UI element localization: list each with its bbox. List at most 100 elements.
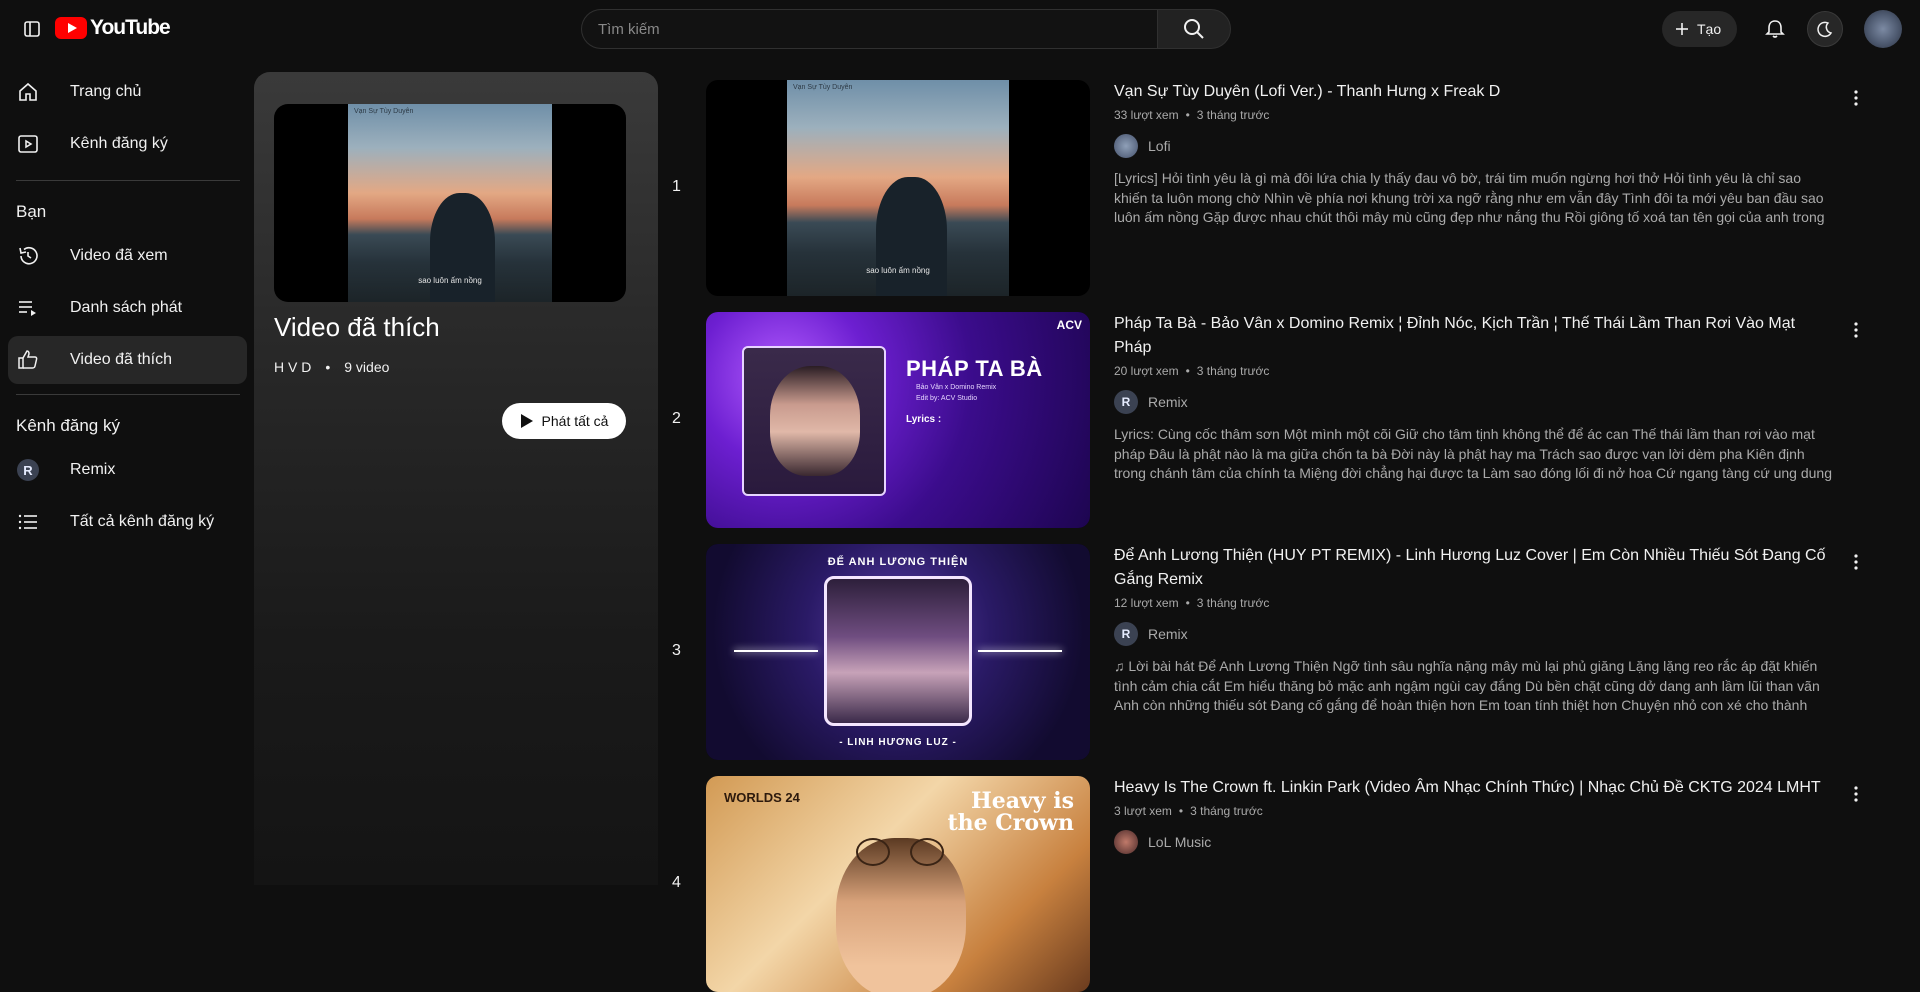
playlist-icon [16,296,40,320]
create-label: Tạo [1697,21,1722,37]
video-title[interactable]: Heavy Is The Crown ft. Linkin Park (Vide… [1114,776,1834,800]
home-icon [16,80,40,104]
video-description: [Lyrics] Hỏi tình yêu là gì mà đôi lứa c… [1114,170,1825,225]
thumbnail-artwork: Vạn Sự Tùy Duyên sao luôn ấm nồng [348,104,552,302]
video-views: 20 lượt xem [1114,364,1179,378]
sidebar-item-all-subscriptions[interactable]: Tất cả kênh đăng ký [8,498,247,546]
video-thumbnail[interactable]: Vạn Sự Tùy Duyên sao luôn ấm nồng [706,80,1090,296]
channel-name: LoL Music [1148,834,1212,850]
playlist-count: 9 video [344,359,390,375]
sidebar-item-subscriptions[interactable]: Kênh đăng ký [8,120,247,168]
video-title[interactable]: Để Anh Lương Thiện (HUY PT REMIX) - Linh… [1114,544,1834,592]
video-row[interactable]: 3 ĐỂ ANH LƯƠNG THIỆN - LINH HƯƠNG LUZ - … [658,522,1920,760]
video-views: 12 lượt xem [1114,596,1179,610]
play-icon [520,414,533,428]
thumbnail-artist: - LINH HƯƠNG LUZ - [839,737,957,748]
video-meta: 3 lượt xem • 3 tháng trước [1114,804,1834,818]
subscriptions-icon [16,132,40,156]
video-channel[interactable]: Lofi [1114,134,1834,158]
channel-avatar: R [16,458,40,482]
thumbnail-left-text: WORLDS 24 [724,790,800,805]
video-title[interactable]: Vạn Sự Tùy Duyên (Lofi Ver.) - Thanh Hưn… [1114,80,1834,104]
notifications-button[interactable] [1757,11,1793,47]
youtube-logo[interactable]: YouTube [55,16,171,40]
video-channel[interactable]: R Remix [1114,390,1834,414]
more-actions-button[interactable] [1838,312,1874,348]
playlist-owner[interactable]: H V D [274,359,311,375]
video-thumbnail[interactable]: ĐỂ ANH LƯƠNG THIỆN - LINH HƯƠNG LUZ - [706,544,1090,760]
more-actions-button[interactable] [1838,544,1874,580]
sidebar-item-home[interactable]: Trang chủ [8,68,247,116]
meta-dot: • [325,359,331,375]
playlist-title: Video đã thích [274,312,440,342]
thumbnail-waveform-right [978,650,1062,652]
user-avatar[interactable] [1864,10,1902,48]
history-icon [16,244,40,268]
thumbnail-artwork: Vạn Sự Tùy Duyên sao luôn ấm nồng [787,80,1009,296]
video-description: ♫ Lời bài hát Để Anh Lương Thiện Ngỡ tìn… [1114,658,1820,713]
create-button[interactable]: Tạo [1662,11,1738,47]
sidebar-toggle-button[interactable] [16,13,48,45]
playlist-thumbnail[interactable]: Vạn Sự Tùy Duyên sao luôn ấm nồng [274,104,626,302]
meta-dot: • [1185,364,1190,378]
thumbnail-figure [429,193,495,302]
channel-avatar: R [1114,622,1138,646]
sidebar-item-liked-videos[interactable]: Video đã thích [8,336,247,384]
video-description: Lyrics: Cùng cốc thâm sơn Một mình một c… [1114,426,1833,481]
video-channel[interactable]: LoL Music [1114,830,1834,854]
thumbnail-brand: ACV [1056,318,1082,332]
channel-name: Remix [1148,394,1188,410]
thumbnail-glasses-right [910,838,944,866]
video-views: 3 lượt xem [1114,804,1172,818]
video-channel[interactable]: R Remix [1114,622,1834,646]
sidebar: Trang chủ Kênh đăng ký Bạn Video đã xem … [0,58,254,885]
sidebar-item-label: Trang chủ [70,83,142,100]
video-row[interactable]: 1 Vạn Sự Tùy Duyên sao luôn ấm nồng Vạn … [658,58,1920,296]
video-age: 3 tháng trước [1196,364,1270,378]
thumbnail-glasses-left [856,838,890,866]
sidebar-item-label: Tất cả kênh đăng ký [70,513,215,530]
search-input[interactable] [581,9,1157,49]
thumbnail-artwork: ĐỂ ANH LƯƠNG THIỆN - LINH HƯƠNG LUZ - [706,544,1090,760]
video-thumbnail[interactable]: WORLDS 24 Heavy is the Crown [706,776,1090,992]
thumbnail-right-text: Heavy is the Crown [947,790,1074,834]
video-row[interactable]: 4 WORLDS 24 Heavy is the Crown Heavy Is … [658,754,1920,992]
sidebar-item-label: Remix [70,461,116,478]
video-title[interactable]: Pháp Ta Bà - Bảo Vân x Domino Remix ¦ Đỉ… [1114,312,1834,360]
bell-icon [1765,20,1785,38]
video-age: 3 tháng trước [1196,596,1270,610]
play-all-button[interactable]: Phát tất cả [502,403,626,439]
plus-icon [1676,23,1688,35]
video-age: 3 tháng trước [1196,108,1270,122]
more-actions-button[interactable] [1838,80,1874,116]
more-actions-button[interactable] [1838,776,1874,812]
more-vert-icon [1854,322,1858,338]
channel-avatar [1114,830,1138,854]
channel-avatar: R [1114,390,1138,414]
search-bar [581,9,1231,49]
thumbnail-right-line: the Crown [947,810,1074,836]
logo-text: YouTube [90,16,171,39]
thumbnail-face [836,838,966,992]
video-meta: 20 lượt xem • 3 tháng trước [1114,364,1834,378]
moon-icon [1817,21,1833,38]
sidebar-item-label: Video đã xem [70,247,168,264]
more-vert-icon [1854,786,1858,802]
sidebar-item-playlists[interactable]: Danh sách phát [8,284,247,332]
video-info: Để Anh Lương Thiện (HUY PT REMIX) - Linh… [1114,544,1834,716]
sidebar-item-label: Kênh đăng ký [70,135,168,152]
video-thumbnail[interactable]: ACV PHÁP TA BÀ Bảo Vân x Domino Remix Ed… [706,312,1090,528]
search-button[interactable] [1157,9,1231,49]
playlist-header-panel: Vạn Sự Tùy Duyên sao luôn ấm nồng Video … [254,72,658,885]
sidebar-item-history[interactable]: Video đã xem [8,232,247,280]
meta-dot: • [1185,596,1190,610]
video-views: 33 lượt xem [1114,108,1179,122]
video-row[interactable]: 2 ACV PHÁP TA BÀ Bảo Vân x Domino Remix … [658,290,1920,528]
thumbnail-subtitle: Edit by: ACV Studio [916,395,978,402]
theme-toggle-button[interactable] [1807,11,1843,47]
thumbnail-caption-bottom: sao luôn ấm nồng [418,276,482,285]
top-bar: YouTube Tạo [0,0,1920,58]
sidebar-item-channel-remix[interactable]: R Remix [8,446,247,494]
sidebar-divider [16,180,240,181]
thumbnail-caption-bottom: sao luôn ấm nồng [866,266,930,275]
